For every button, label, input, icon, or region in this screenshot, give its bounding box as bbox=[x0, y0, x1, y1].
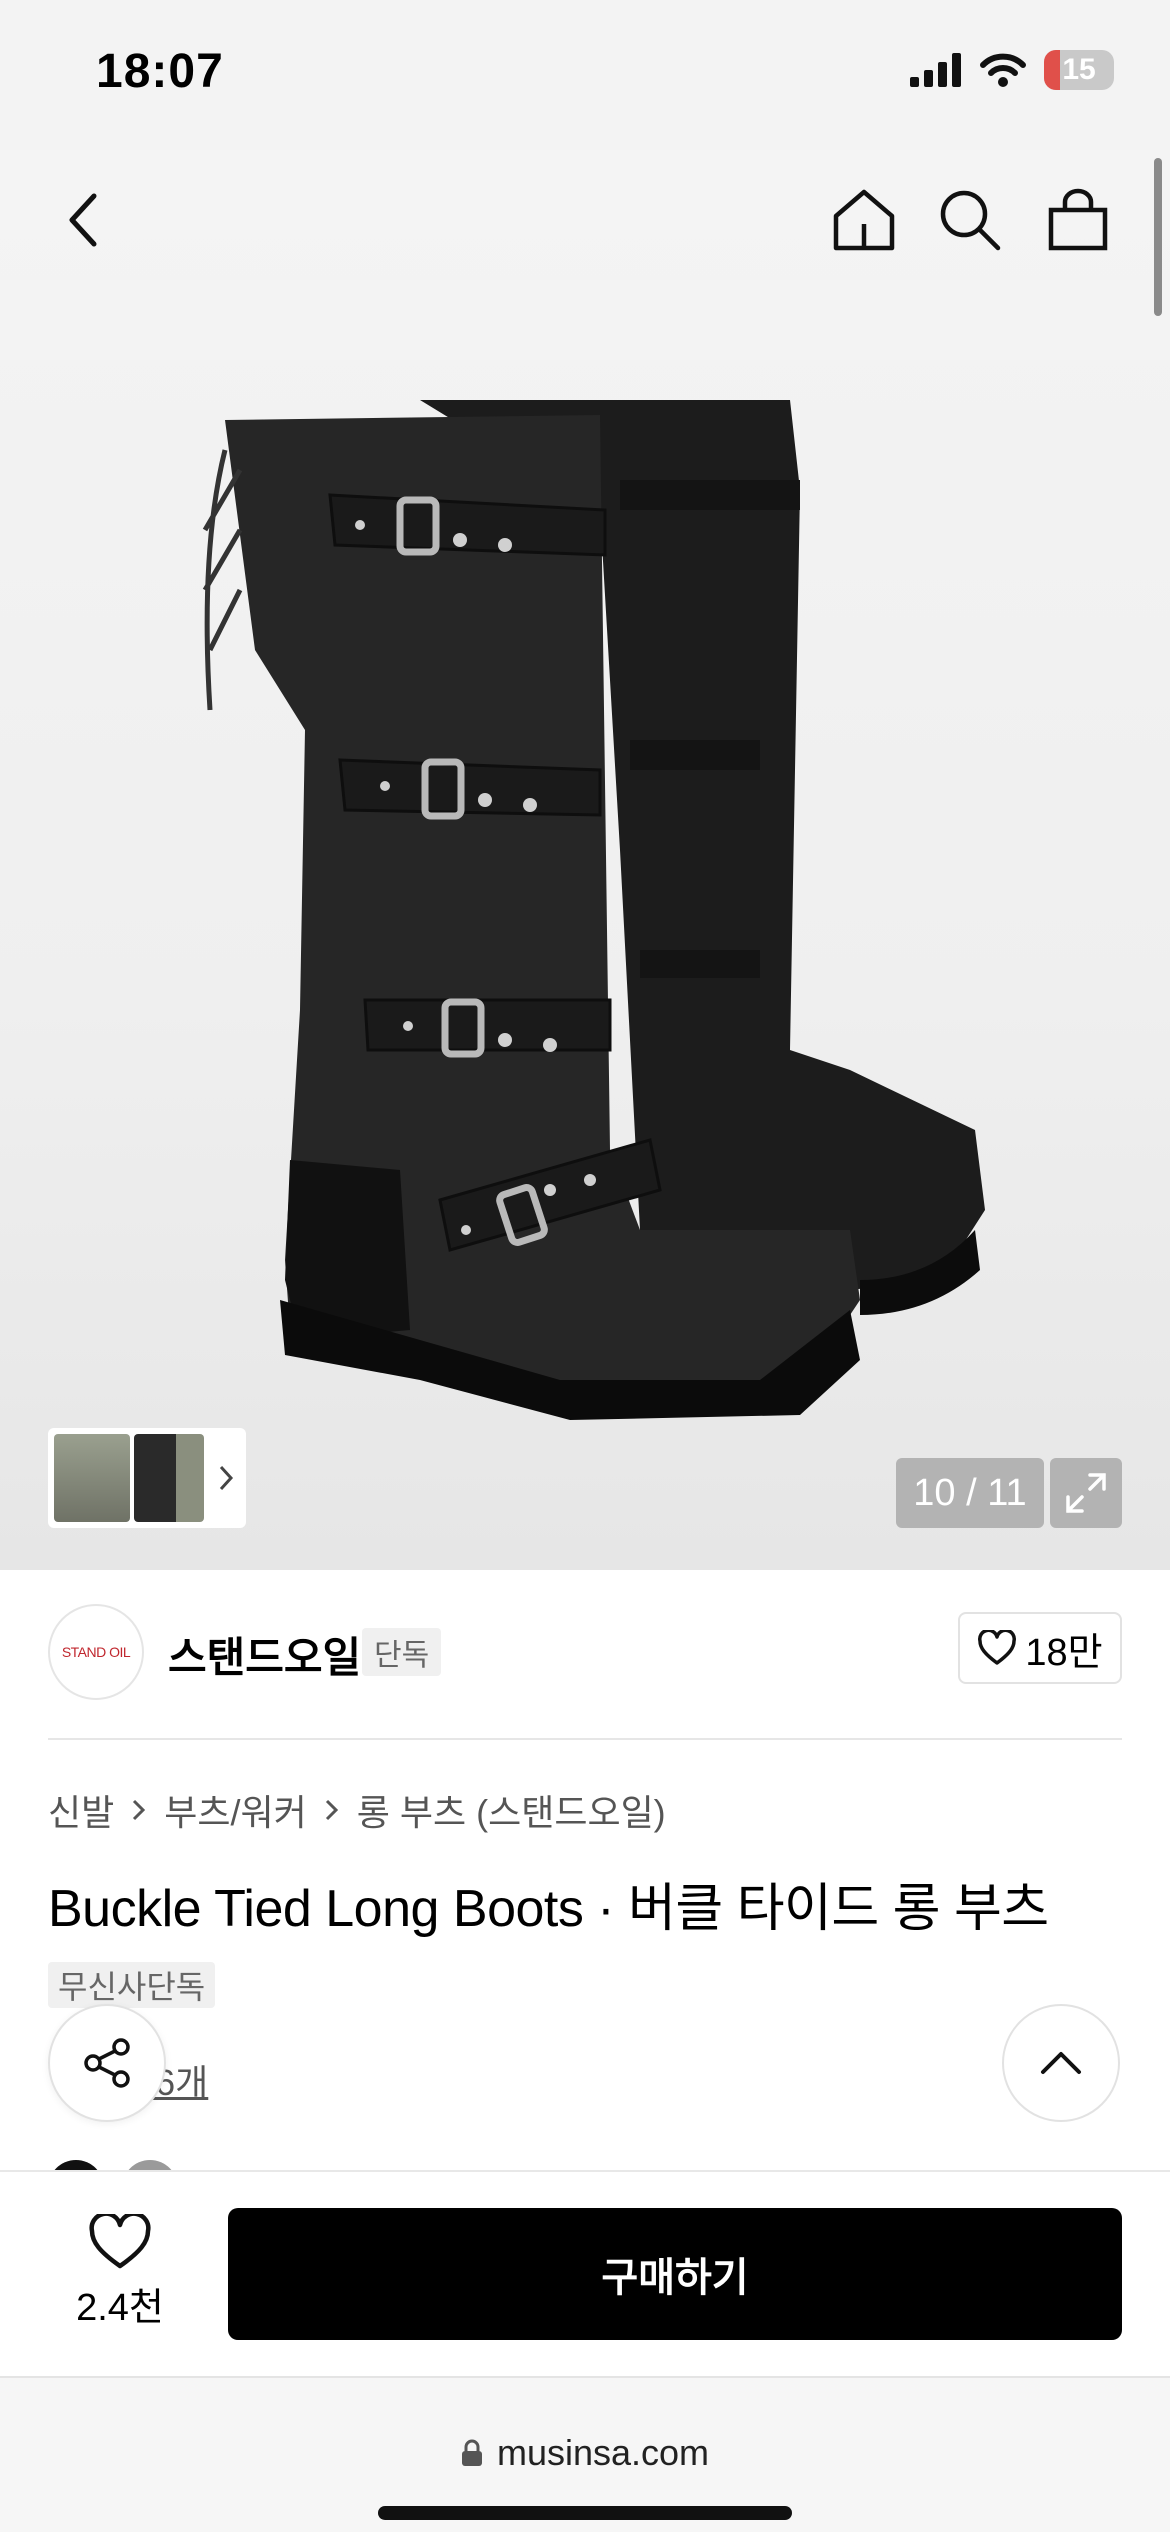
chevron-right-icon bbox=[325, 1799, 338, 1821]
chevron-right-icon bbox=[133, 1799, 146, 1821]
breadcrumb-item-shoes[interactable]: 신발 bbox=[48, 1784, 114, 1836]
back-button[interactable] bbox=[42, 178, 126, 262]
status-bar: 18:07 15 bbox=[0, 0, 1170, 150]
product-image[interactable] bbox=[0, 150, 1170, 1570]
purchase-bar: 2.4천 구매하기 bbox=[0, 2170, 1170, 2376]
heart-outline-icon bbox=[978, 1630, 1017, 1665]
brand-like-button[interactable]: 18만 bbox=[958, 1612, 1122, 1684]
image-counter: 10 / 11 bbox=[896, 1458, 1044, 1528]
thumbnail-strip[interactable] bbox=[48, 1428, 246, 1528]
expand-icon bbox=[1066, 1473, 1106, 1513]
shopping-bag-icon bbox=[1048, 188, 1108, 251]
search-button[interactable] bbox=[928, 178, 1012, 262]
thumbnail-1[interactable] bbox=[54, 1434, 130, 1522]
home-button[interactable] bbox=[822, 178, 906, 262]
cart-button[interactable] bbox=[1036, 178, 1120, 262]
share-button[interactable] bbox=[48, 2004, 166, 2122]
scrollbar-thumb[interactable] bbox=[1154, 158, 1162, 316]
wifi-icon bbox=[980, 53, 1026, 87]
chevron-up-icon bbox=[1041, 2052, 1081, 2074]
browser-url-bar[interactable]: musinsa.com bbox=[0, 2376, 1170, 2532]
scroll-top-button[interactable] bbox=[1002, 2004, 1120, 2122]
wishlist-count: 2.4천 bbox=[76, 2287, 164, 2329]
heart-outline-icon bbox=[89, 2214, 151, 2269]
lock-icon bbox=[461, 2439, 482, 2466]
url-display[interactable]: musinsa.com bbox=[0, 2432, 1170, 2474]
signal-icon bbox=[910, 53, 961, 87]
back-arrow-icon bbox=[69, 193, 97, 247]
brand-exclusive-badge: 단독 bbox=[362, 1628, 442, 1676]
brand-row[interactable]: STAND OIL 스탠드오일 단독 18만 bbox=[48, 1604, 1122, 1700]
battery-icon: 15 bbox=[1044, 50, 1114, 90]
search-icon bbox=[940, 190, 1001, 251]
share-icon bbox=[84, 2038, 130, 2088]
wishlist-button[interactable]: 2.4천 bbox=[60, 2214, 180, 2344]
boots-image bbox=[202, 400, 985, 1420]
thumbnail-2[interactable] bbox=[134, 1434, 204, 1522]
status-icons: 15 bbox=[910, 50, 1114, 90]
url-text: musinsa.com bbox=[496, 2432, 710, 2473]
home-indicator[interactable] bbox=[378, 2506, 792, 2520]
brand-logo[interactable]: STAND OIL bbox=[48, 1604, 144, 1700]
home-icon bbox=[833, 189, 895, 251]
brand-name[interactable]: 스탠드오일 bbox=[168, 1624, 361, 1685]
brand-like-count: 18만 bbox=[1025, 1631, 1103, 1674]
product-title: Buckle Tied Long Boots · 버클 타이드 롱 부츠 bbox=[48, 1880, 1049, 1938]
exclusive-tag: 무신사단독 bbox=[48, 1962, 216, 2008]
breadcrumb-item-boots[interactable]: 부츠/워커 bbox=[164, 1784, 306, 1836]
buy-button[interactable]: 구매하기 bbox=[228, 2208, 1122, 2340]
breadcrumb-item-long-boots[interactable]: 롱 부츠 (스탠드오일) bbox=[357, 1784, 666, 1836]
battery-level: 15 bbox=[1062, 53, 1096, 86]
status-time: 18:07 bbox=[96, 45, 224, 98]
top-nav bbox=[0, 150, 1170, 290]
breadcrumb: 신발 부츠/워커 롱 부츠 (스탠드오일) bbox=[48, 1784, 666, 1836]
chevron-right-icon bbox=[219, 1465, 234, 1491]
expand-button[interactable] bbox=[1050, 1458, 1122, 1528]
divider bbox=[48, 1738, 1122, 1740]
